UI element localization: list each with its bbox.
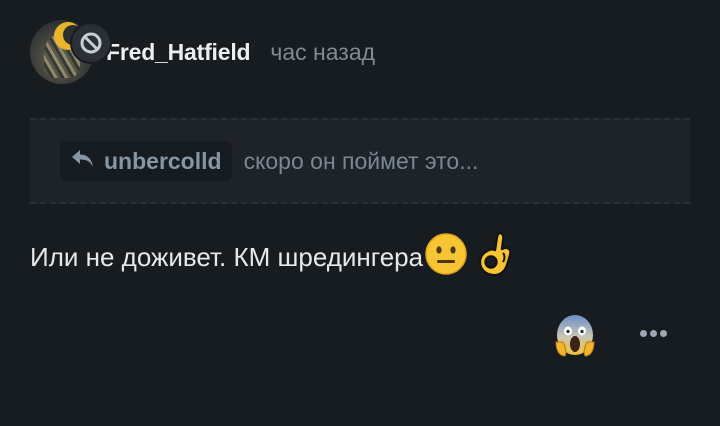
- face-screaming-in-fear-icon[interactable]: [553, 314, 597, 358]
- reply-to-username: unbercolld: [104, 147, 222, 174]
- comment-header: Fred_Hatfield час назад: [30, 16, 375, 88]
- comment-body-text: Или не доживет. КМ шредингера: [30, 241, 424, 272]
- neutral-face-icon: [424, 232, 468, 283]
- avatar[interactable]: [30, 20, 112, 84]
- comment-body: Или не доживет. КМ шредингера: [30, 231, 518, 283]
- comment-card: Fred_Hatfield час назад unbercolld скоро…: [0, 0, 720, 426]
- comment-timestamp: час назад: [270, 38, 376, 65]
- quoted-text: скоро он поймет это...: [243, 147, 479, 174]
- ellipsis-icon: [639, 329, 647, 337]
- author-name[interactable]: Fred_Hatfield: [106, 39, 251, 66]
- reply-to-chip[interactable]: unbercolld: [60, 141, 232, 181]
- reply-arrow-icon: [70, 148, 96, 175]
- ellipsis-icon: [649, 329, 657, 337]
- ok-hand-icon: [474, 229, 518, 286]
- ban-icon: [70, 22, 112, 64]
- more-options-button[interactable]: [636, 320, 670, 346]
- quoted-reply[interactable]: unbercolld скоро он поймет это...: [30, 118, 690, 204]
- ellipsis-icon: [659, 329, 667, 337]
